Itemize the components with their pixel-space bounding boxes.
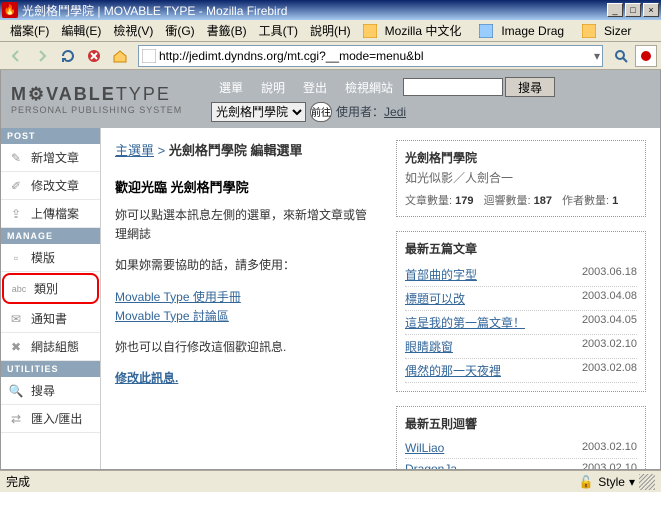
bc-main[interactable]: 主選單 [115,143,154,158]
maximize-button[interactable]: □ [625,3,641,17]
menu-bookmarks[interactable]: 書籤(B) [201,20,253,41]
bookmark-sizer[interactable]: Sizer [576,20,643,42]
lock-icon: 🔓 [578,474,594,490]
blog-title: 光劍格鬥學院 [405,149,637,166]
sidebar-edit-entry[interactable]: ✐修改文章 [1,172,100,200]
page-content: M⚙VABLETYPE PERSONAL PUBLISHING SYSTEM 選… [0,70,661,470]
sidebar-header-utilities: UTILITIES [1,361,100,377]
sidebar-header-post: POST [1,128,100,144]
search-input[interactable] [403,78,503,96]
sidebar-notifications[interactable]: ✉通知書 [1,305,100,333]
forward-button[interactable] [30,44,54,68]
list-item: 偶然的那一天夜裡2003.02.08 [405,359,637,383]
link-forum[interactable]: Movable Type 討論區 [115,309,229,323]
minimize-button[interactable]: _ [607,3,623,17]
search-button[interactable] [609,44,633,68]
list-item: 這是我的第一篇文章！2003.04.05 [405,311,637,335]
link-manual[interactable]: Movable Type 使用手冊 [115,290,241,304]
import-icon: ⇄ [7,411,25,427]
nav-toolbar: ▾ [0,42,661,70]
menu-go[interactable]: 衝(G) [159,20,200,41]
intro-p1: 妳可以點選本訊息左側的選單，來新增文章或管理網誌 [115,206,376,244]
tools-icon: ✖ [7,339,25,355]
home-button[interactable] [108,44,132,68]
nav-logout[interactable]: 登出 [295,77,335,98]
resize-grip[interactable] [639,474,655,490]
sidebar-new-entry[interactable]: ✎新增文章 [1,144,100,172]
list-item: 眼睛跳窗2003.02.10 [405,335,637,359]
list-item: DragonJa2003.02.10 [405,459,637,470]
list-item: WilLiao2003.02.10 [405,438,637,459]
edit-icon: ✐ [7,178,25,194]
sidebar-upload[interactable]: ⇪上傳檔案 [1,200,100,228]
recent-posts-box: 最新五篇文章 首部曲的字型2003.06.18 標題可以改2003.04.08 … [396,231,646,392]
stop-button[interactable] [82,44,106,68]
search-submit[interactable]: 搜尋 [505,77,555,97]
throbber-icon [635,45,657,67]
top-nav: 選單 說明 登出 檢視網站 搜尋 [211,77,650,98]
menu-file[interactable]: 檔案(F) [4,20,55,41]
sidebar-categories[interactable]: abc類別 [2,273,99,304]
bookmark-imagedrag[interactable]: Image Drag [473,20,576,42]
user-label: 使用者：Jedi [336,103,406,120]
sidebar: POST ✎新增文章 ✐修改文章 ⇪上傳檔案 MANAGE ▫模版 abc類別 … [1,128,101,470]
sidebar-header-manage: MANAGE [1,228,100,244]
template-icon: ▫ [7,250,25,266]
user-link[interactable]: Jedi [384,105,406,119]
menubar: 檔案(F) 編輯(E) 檢視(V) 衝(G) 書籤(B) 工具(T) 說明(H)… [0,20,661,42]
sidebar-search[interactable]: 🔍搜尋 [1,377,100,405]
nav-viewsite[interactable]: 檢視網站 [337,77,401,98]
mail-icon: ✉ [7,311,25,327]
blog-subtitle: 如光似影／人劍合一 [405,169,637,186]
window-title: 光劍格鬥學院 | MOVABLE TYPE - Mozilla Firebird [22,2,607,19]
menu-view[interactable]: 檢視(V) [107,20,159,41]
welcome-heading: 歡迎光臨 光劍格鬥學院 [115,177,376,196]
statusbar: 完成 🔓 Style ▾ [0,470,661,492]
sidebar-templates[interactable]: ▫模版 [1,244,100,272]
menu-tools[interactable]: 工具(T) [253,20,304,41]
recent-comments-header: 最新五則迴響 [405,415,637,432]
blog-info-box: 光劍格鬥學院 如光似影／人劍合一 文章數量: 179 迴響數量: 187 作者數… [396,140,646,217]
intro-p2: 如果妳需要協助的話，請多使用： [115,256,376,275]
status-text: 完成 [6,473,30,490]
logo: M⚙VABLETYPE PERSONAL PUBLISHING SYSTEM [11,84,211,115]
close-button[interactable]: × [643,3,659,17]
bc-page: 編輯選單 [250,143,302,158]
search-icon: 🔍 [7,383,25,399]
upload-icon: ⇪ [7,206,25,222]
mt-header: M⚙VABLETYPE PERSONAL PUBLISHING SYSTEM 選… [1,70,660,128]
bookmark-mozilla[interactable]: Mozilla 中文化 [357,18,474,43]
list-item: 首部曲的字型2003.06.18 [405,263,637,287]
pencil-icon: ✎ [7,150,25,166]
style-label[interactable]: Style [598,475,625,489]
site-icon [141,48,157,64]
app-icon: 🔥 [2,2,18,18]
window-titlebar: 🔥 光劍格鬥學院 | MOVABLE TYPE - Mozilla Firebi… [0,0,661,20]
url-bar[interactable]: ▾ [138,45,603,67]
menu-help[interactable]: 說明(H) [304,20,357,41]
url-input[interactable] [159,47,594,65]
nav-menu[interactable]: 選單 [211,77,251,98]
back-button[interactable] [4,44,28,68]
list-item: 標題可以改2003.04.08 [405,287,637,311]
go-button[interactable]: 前往 [310,102,332,122]
reload-button[interactable] [56,44,80,68]
category-icon: abc [10,281,28,297]
sidebar-import[interactable]: ⇄匯入/匯出 [1,405,100,433]
nav-help[interactable]: 說明 [253,77,293,98]
edit-message-link[interactable]: 修改此訊息. [115,371,178,385]
intro-p3: 妳也可以自行修改這個歡迎訊息. [115,338,376,357]
breadcrumb: 主選單 > 光劍格鬥學院 編輯選單 [115,140,376,159]
recent-comments-box: 最新五則迴響 WilLiao2003.02.10 DragonJa2003.02… [396,406,646,470]
dropdown-icon[interactable]: ▾ [594,49,600,63]
menu-edit[interactable]: 編輯(E) [55,20,107,41]
chevron-down-icon[interactable]: ▾ [629,475,635,489]
sidebar-config[interactable]: ✖網誌組態 [1,333,100,361]
blog-select[interactable]: 光劍格鬥學院 [211,102,306,122]
recent-posts-header: 最新五篇文章 [405,240,637,257]
bc-blog: 光劍格鬥學院 [169,143,247,158]
